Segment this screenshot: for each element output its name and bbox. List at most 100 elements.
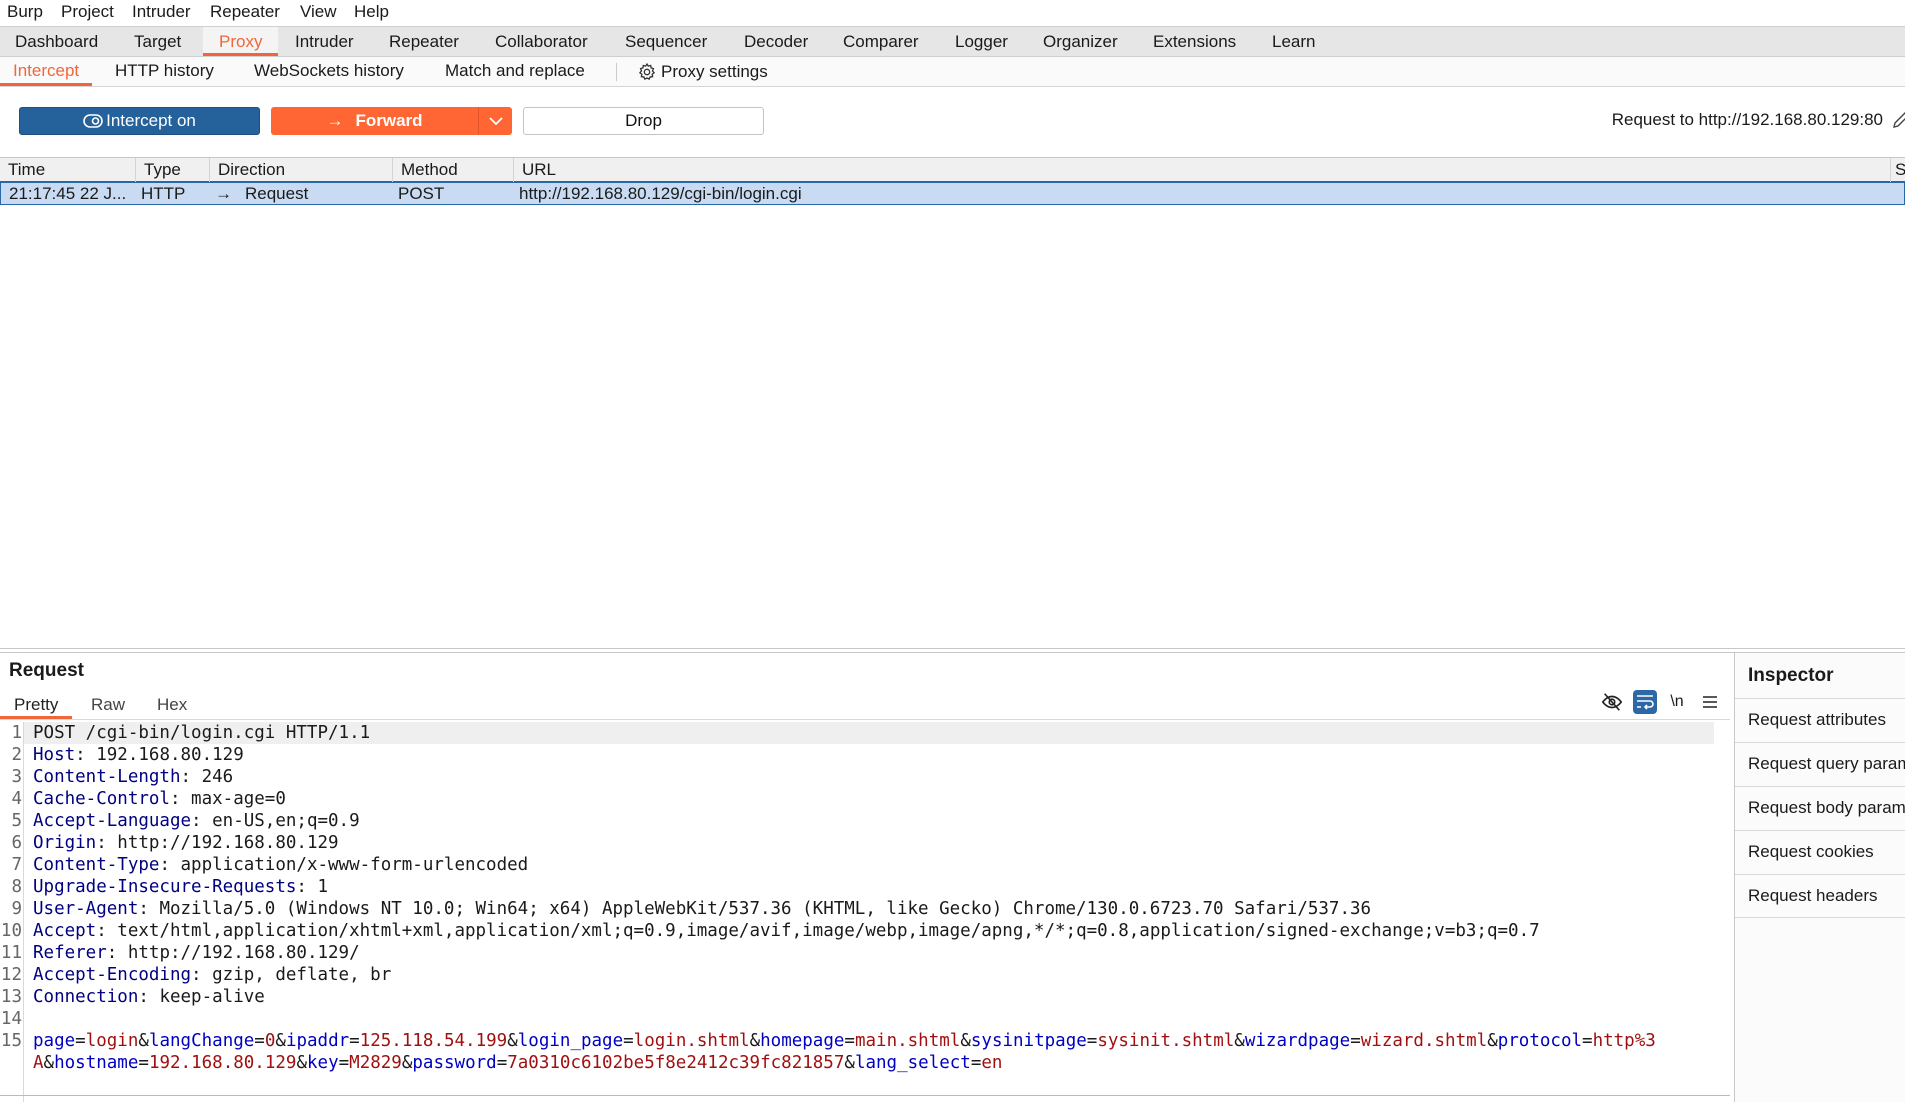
param-name: lang_select: [854, 1053, 971, 1073]
line-number: 10: [0, 921, 22, 941]
column-direction[interactable]: Direction: [210, 158, 393, 182]
cell-method: POST: [398, 184, 445, 203]
separator: =: [338, 1053, 350, 1073]
separator: &: [296, 1053, 307, 1073]
param-value: 192.168.80.129: [148, 1053, 297, 1073]
tab-extensions[interactable]: Extensions: [1153, 27, 1236, 56]
proxy-settings-button[interactable]: Proxy settings: [637, 57, 768, 86]
separator: :: [169, 789, 192, 809]
cell-direction: Request: [245, 184, 309, 203]
separator: =: [1350, 1031, 1361, 1051]
code-line: 6 Origin: http://192.168.80.129: [0, 832, 1725, 854]
drop-button[interactable]: Drop: [523, 107, 764, 135]
divider: [0, 1095, 1730, 1096]
forward-options-button[interactable]: [478, 107, 512, 135]
tab-decoder[interactable]: Decoder: [744, 27, 808, 56]
pane-splitter[interactable]: [0, 648, 1905, 653]
toggle-icon: [83, 114, 103, 128]
tab-logger[interactable]: Logger: [955, 27, 1008, 56]
tab-raw[interactable]: Raw: [91, 693, 125, 719]
request-editor[interactable]: 1 POST /cgi-bin/login.cgi HTTP/1.1 2 Host: …: [0, 722, 1725, 1074]
header-name: User-Agent: [33, 899, 139, 919]
drop-label: Drop: [625, 111, 662, 130]
tab-learn[interactable]: Learn: [1272, 27, 1315, 56]
tab-hex[interactable]: Hex: [157, 693, 187, 719]
param-name: ipaddr: [285, 1031, 350, 1051]
separator: :: [138, 899, 160, 919]
code-line: 4 Cache-Control: max-age=0: [0, 788, 1725, 810]
table-row[interactable]: 21:17:45 22 J... HTTP → Request POST htt…: [0, 182, 1905, 205]
hide-icon[interactable]: [1600, 690, 1624, 714]
tab-pretty[interactable]: Pretty: [0, 693, 73, 719]
code-line: 14: [0, 1008, 1725, 1030]
line-content: page=login&langChange=0&ipaddr=125.118.5…: [24, 1030, 1664, 1074]
tab-intruder[interactable]: Intruder: [295, 27, 354, 56]
tab-sequencer[interactable]: Sequencer: [625, 27, 707, 56]
header-name: Content-Type: [33, 855, 160, 875]
subtab-match-and-replace[interactable]: Match and replace: [445, 57, 585, 86]
code-line: 8 Upgrade-Insecure-Requests: 1: [0, 876, 1725, 898]
line-number: 7: [11, 855, 22, 875]
header-value: en-US,en;q=0.9: [212, 811, 360, 831]
separator: &: [401, 1053, 413, 1073]
column-url[interactable]: URL: [514, 158, 1891, 182]
tab-organizer[interactable]: Organizer: [1043, 27, 1118, 56]
separator: &: [1234, 1031, 1245, 1051]
column-type[interactable]: Type: [136, 158, 210, 182]
separator: :: [191, 811, 213, 831]
request-target: Request to http://192.168.80.129:80: [1612, 110, 1905, 130]
separator: =: [970, 1053, 982, 1073]
separator: =: [349, 1031, 360, 1051]
forward-button[interactable]: → Forward: [271, 107, 512, 135]
inspector-title: Inspector: [1748, 665, 1834, 686]
separator: =: [138, 1053, 149, 1073]
code-line: 11 Referer: http://192.168.80.129/: [0, 942, 1725, 964]
inspector-request-cookies[interactable]: Request cookies: [1735, 830, 1905, 874]
header-value: Mozilla/5.0 (Windows NT 10.0; Win64; x64…: [159, 899, 1372, 919]
subtab-http-history[interactable]: HTTP history: [115, 57, 214, 86]
column-method[interactable]: Method: [393, 158, 514, 182]
tab-dashboard[interactable]: Dashboard: [15, 27, 98, 56]
newline-toggle[interactable]: \n: [1665, 690, 1689, 714]
line-number: 3: [11, 767, 22, 787]
menu-help[interactable]: Help: [354, 2, 389, 22]
subtab-intercept[interactable]: Intercept: [0, 57, 93, 86]
code-line: 12 Accept-Encoding: gzip, deflate, br: [0, 964, 1725, 986]
separator: &: [43, 1053, 55, 1073]
menu-icon[interactable]: [1698, 690, 1722, 714]
subtab-websockets-history[interactable]: WebSockets history: [254, 57, 404, 86]
tab-repeater[interactable]: Repeater: [389, 27, 459, 56]
line-content: POST /cgi-bin/login.cgi HTTP/1.1: [24, 722, 1714, 744]
separator: &: [138, 1031, 149, 1051]
inspector-request-query-parameters[interactable]: Request query parameters: [1735, 742, 1905, 786]
param-value: main.shtml: [854, 1031, 961, 1051]
param-name: sysinitpage: [970, 1031, 1087, 1051]
line-content: User-Agent: Mozilla/5.0 (Windows NT 10.0…: [24, 898, 1664, 920]
header-value: 192.168.80.129: [96, 745, 244, 765]
tab-proxy[interactable]: Proxy: [203, 27, 279, 56]
separator: :: [96, 833, 118, 853]
tab-collaborator[interactable]: Collaborator: [495, 27, 588, 56]
menu-intruder[interactable]: Intruder: [132, 2, 191, 22]
tab-comparer[interactable]: Comparer: [843, 27, 919, 56]
word-wrap-icon[interactable]: [1633, 690, 1657, 714]
separator: :: [75, 745, 97, 765]
menu-project[interactable]: Project: [61, 2, 114, 22]
main-tabs: Dashboard Target Proxy Intruder Repeater…: [0, 27, 1905, 57]
divider: [0, 719, 1730, 720]
column-time[interactable]: Time: [0, 158, 136, 182]
intercept-toggle-button[interactable]: Intercept on: [19, 107, 260, 135]
column-s[interactable]: S: [1891, 158, 1905, 182]
table-header: Time Type Direction Method URL S: [0, 157, 1905, 182]
menu-view[interactable]: View: [300, 2, 337, 22]
menu-repeater[interactable]: Repeater: [210, 2, 280, 22]
header-value: gzip, deflate, br: [212, 965, 392, 985]
inspector-request-body-parameters[interactable]: Request body parameters: [1735, 786, 1905, 830]
pencil-icon[interactable]: [1891, 110, 1905, 130]
menu-burp[interactable]: Burp: [7, 2, 43, 22]
inspector-request-headers[interactable]: Request headers: [1735, 874, 1905, 918]
line-content: Accept-Encoding: gzip, deflate, br: [24, 964, 1664, 986]
inspector-request-attributes[interactable]: Request attributes: [1735, 698, 1905, 742]
tab-target[interactable]: Target: [134, 27, 181, 56]
param-value: 125.118.54.199: [359, 1031, 508, 1051]
